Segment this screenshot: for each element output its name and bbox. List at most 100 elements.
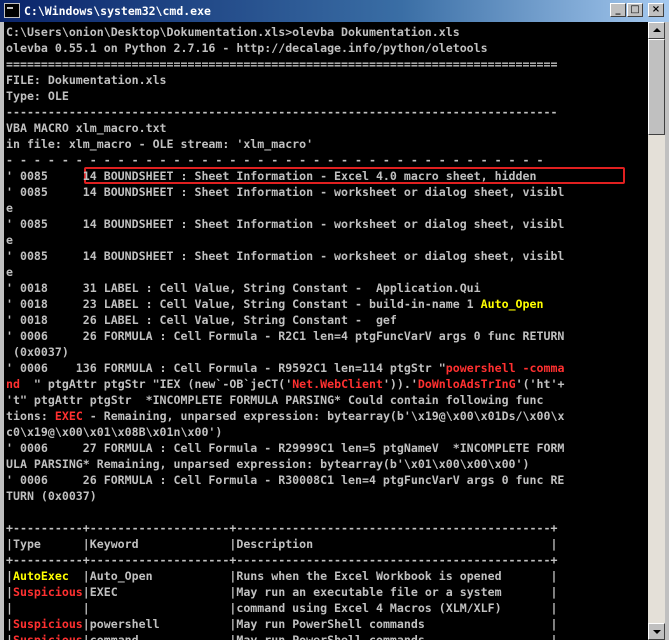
console-text: |: [6, 569, 13, 583]
console-text: ' 0085 14 BOUNDSHEET : Sheet Information…: [6, 169, 537, 183]
console-text: ' 0085 14 BOUNDSHEET : Sheet Information…: [6, 249, 565, 263]
console-line: e: [6, 200, 13, 216]
console-text: |Type |Keyword |Description |: [6, 537, 558, 551]
arrow-down-icon: [653, 630, 661, 634]
console-text: tions:: [6, 409, 55, 423]
console-text: C:\Users\onion\Desktop\Dokumentation.xls…: [6, 25, 460, 39]
console-line: ' 0018 23 LABEL : Cell Value, String Con…: [6, 296, 543, 312]
console-text: Suspicious: [12, 585, 83, 599]
console-text: Net.WebClient: [292, 377, 383, 391]
console-line: e: [6, 232, 13, 248]
console-text: VBA MACRO xlm_macro.txt: [6, 121, 167, 135]
console-line: ' 0006 26 FORMULA : Cell Formula - R3000…: [6, 472, 564, 488]
maximize-button[interactable]: □: [627, 3, 643, 17]
console-text: e: [6, 233, 13, 247]
console-text: powershell: [445, 361, 516, 375]
console-text: Suspicious: [12, 617, 83, 631]
console-line: ----------------------------------------…: [6, 104, 557, 120]
console-text: e: [6, 201, 13, 215]
console-line: ' 0006 26 FORMULA : Cell Formula - R2C1 …: [6, 328, 564, 344]
console-line: (0x0037): [6, 344, 69, 360]
console-text: e: [6, 265, 13, 279]
console-text: olevba 0.55.1 on Python 2.7.16 - http://…: [6, 41, 488, 55]
console-line: +----------+--------------------+-------…: [6, 520, 557, 536]
console-text: +----------+--------------------+-------…: [6, 553, 558, 567]
console-line: ========================================…: [6, 56, 557, 72]
scroll-thumb[interactable]: [648, 39, 665, 135]
console-text: '('ht'+: [515, 377, 565, 391]
console-text: +----------+--------------------+-------…: [6, 521, 558, 535]
console-text: Type: OLE: [6, 89, 69, 103]
console-text: - - - - - - - - - - - - - - - - - - - - …: [6, 153, 544, 167]
console-text: |powershell |May run PowerShell commands…: [82, 617, 558, 631]
minimize-button[interactable]: _: [610, 3, 626, 17]
console-text: ' 0085 14 BOUNDSHEET : Sheet Information…: [6, 185, 565, 199]
console-line: |Suspicious|command |May run PowerShell …: [6, 632, 557, 640]
console-text: ')).': [382, 377, 418, 391]
console-line: ' 0006 27 FORMULA : Cell Formula - R2999…: [6, 440, 564, 456]
close-button[interactable]: ×: [648, 3, 664, 17]
console-text: Auto_Open: [480, 297, 544, 311]
console-line: in file: xlm_macro - OLE stream: 'xlm_ma…: [6, 136, 313, 152]
console-text: ' 0006 26 FORMULA : Cell Formula - R2C1 …: [6, 329, 565, 343]
console-line: ' 0018 31 LABEL : Cell Value, String Con…: [6, 280, 481, 296]
console-text: FILE: Dokumentation.xls: [6, 73, 167, 87]
console-text: |: [6, 617, 13, 631]
console-line: +----------+--------------------+-------…: [6, 552, 557, 568]
console-text: DoWnloAdsTrInG: [417, 377, 516, 391]
console-text: ' 0085 14 BOUNDSHEET : Sheet Information…: [6, 217, 565, 231]
console-text: " ptgAttr ptgStr "IEX (new`-OB`jeCT(': [19, 377, 293, 391]
console-line: - - - - - - - - - - - - - - - - - - - - …: [6, 152, 543, 168]
console-text: ' 0006 26 FORMULA : Cell Formula - R3000…: [6, 473, 565, 487]
console-text: c0\x19@\x00\x01\x08B\x01n\x00'): [6, 425, 223, 439]
console-text: 't" ptgAttr ptgStr *INCOMPLETE FORMULA P…: [6, 393, 544, 407]
console-line: ' 0006 136 FORMULA : Cell Formula - R959…: [6, 360, 564, 376]
console-line: ' 0085 14 BOUNDSHEET : Sheet Information…: [6, 248, 564, 264]
console-line: | | |command using Excel 4 Macros (XLM/X…: [6, 600, 557, 616]
console-text: |: [6, 585, 13, 599]
console-line: ' 0085 14 BOUNDSHEET : Sheet Information…: [6, 184, 564, 200]
scroll-up-button[interactable]: [648, 22, 665, 39]
console-line: ' 0085 14 BOUNDSHEET : Sheet Information…: [6, 216, 564, 232]
console-text: ' 0006 136 FORMULA : Cell Formula - R959…: [6, 361, 446, 375]
console-line: VBA MACRO xlm_macro.txt: [6, 120, 167, 136]
console-text: (0x0037): [6, 345, 69, 359]
console-line: ' 0018 26 LABEL : Cell Value, String Con…: [6, 312, 397, 328]
console-line: Type: OLE: [6, 88, 69, 104]
console-line: |Suspicious|EXEC |May run an executable …: [6, 584, 557, 600]
console-text: ' 0006 27 FORMULA : Cell Formula - R2999…: [6, 441, 565, 455]
console-text: EXEC: [54, 409, 83, 423]
console-text: |: [6, 633, 13, 640]
console-text: ' 0018 26 LABEL : Cell Value, String Con…: [6, 313, 397, 327]
console-text: |Auto_Open |Runs when the Excel Workbook…: [68, 569, 558, 583]
title-bar[interactable]: C:\Windows\system32\cmd.exe _ □ ×: [0, 0, 669, 22]
console-line: ULA PARSING* Remaining, unparsed express…: [6, 456, 530, 472]
cmd-window: C:\Windows\system32\cmd.exe _ □ × C:\Use…: [0, 0, 669, 640]
window-title: C:\Windows\system32\cmd.exe: [24, 4, 211, 18]
console-text: ' 0018 23 LABEL : Cell Value, String Con…: [6, 297, 481, 311]
console-line: olevba 0.55.1 on Python 2.7.16 - http://…: [6, 40, 488, 56]
console-text: in file: xlm_macro - OLE stream: 'xlm_ma…: [6, 137, 314, 151]
console-line: FILE: Dokumentation.xls: [6, 72, 167, 88]
console-text: TURN (0x0037): [6, 489, 97, 503]
console-text: Suspicious: [12, 633, 83, 640]
console-text: |EXEC |May run an executable file or a s…: [82, 585, 558, 599]
console-line: TURN (0x0037): [6, 488, 97, 504]
console-line: c0\x19@\x00\x01\x08B\x01n\x00'): [6, 424, 222, 440]
console-line: |AutoExec |Auto_Open |Runs when the Exce…: [6, 568, 557, 584]
console-text: | | |command using Excel 4 Macros (XLM/X…: [6, 601, 558, 615]
console-line: |Suspicious|powershell |May run PowerShe…: [6, 616, 557, 632]
console-text: nd: [6, 377, 20, 391]
vertical-scrollbar[interactable]: [648, 22, 665, 640]
console-text: -comma: [522, 361, 565, 375]
console-text: ----------------------------------------…: [6, 105, 558, 119]
console-text: AutoExec: [12, 569, 69, 583]
console-text: ' 0018 31 LABEL : Cell Value, String Con…: [6, 281, 481, 295]
window-frame-right: [665, 22, 669, 640]
console-text: |command |May run PowerShell commands |: [82, 633, 558, 640]
scroll-down-button[interactable]: [648, 623, 665, 640]
arrow-up-icon: [653, 28, 661, 32]
console-output[interactable]: C:\Users\onion\Desktop\Dokumentation.xls…: [4, 22, 648, 640]
console-line: |Type |Keyword |Description |: [6, 536, 557, 552]
